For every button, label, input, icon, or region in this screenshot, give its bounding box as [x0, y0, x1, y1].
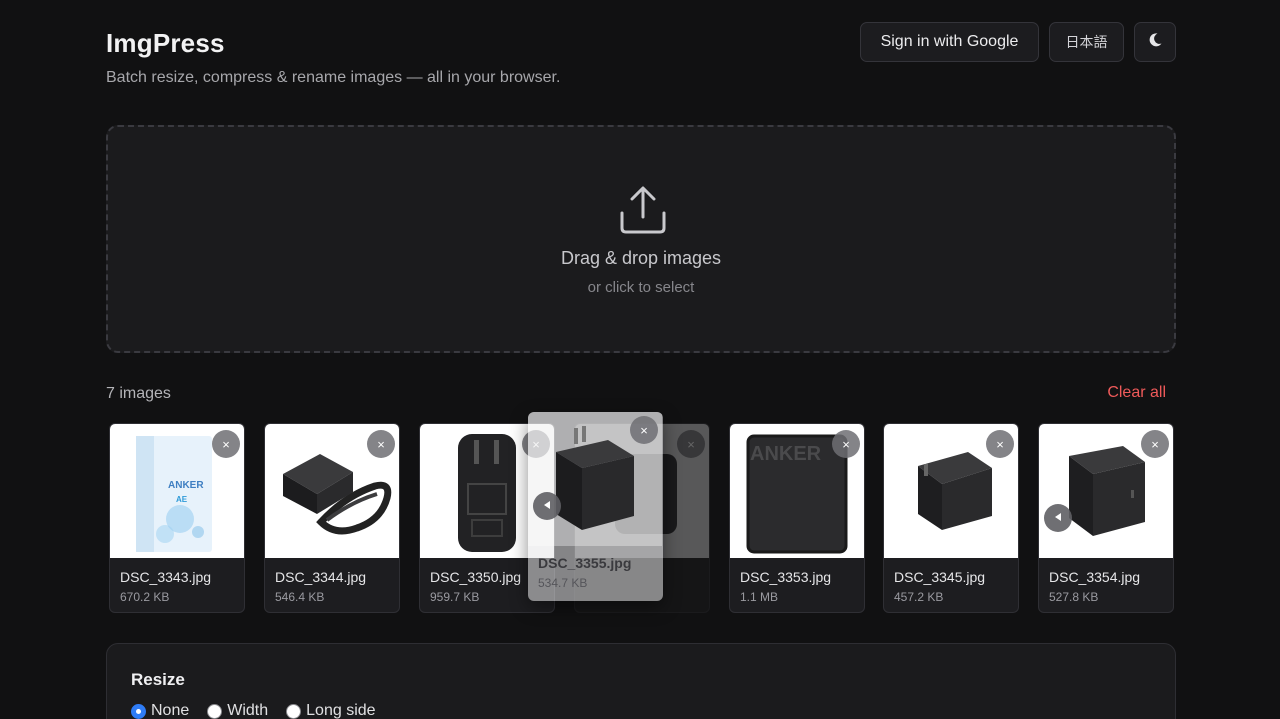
remove-image-button[interactable]: ×	[1141, 430, 1169, 458]
moon-icon	[1147, 32, 1163, 53]
remove-image-button[interactable]: ×	[986, 430, 1014, 458]
dropzone[interactable]: Drag & drop images or click to select	[106, 125, 1176, 353]
image-filesize: 670.2 KB	[120, 590, 170, 604]
svg-text:ANKER: ANKER	[168, 480, 204, 491]
image-filename: DSC_3345.jpg	[894, 569, 986, 585]
radio-icon[interactable]	[207, 703, 223, 719]
image-filename: DSC_3355.jpg	[538, 555, 632, 571]
image-card-dragging[interactable]: DSC_3355.jpg 534.7 KB ×	[528, 412, 663, 601]
header-actions: Sign in with Google 日本語	[860, 22, 1176, 62]
image-card[interactable]: ANKER AE DSC_3343.jpg 670.2 KB ×	[109, 423, 245, 613]
image-card[interactable]: DSC_3344.jpg 546.4 KB ×	[264, 423, 400, 613]
image-card[interactable]: DSC_3354.jpg 527.8 KB ×	[1038, 423, 1174, 613]
remove-image-button[interactable]: ×	[367, 430, 395, 458]
language-button[interactable]: 日本語	[1049, 22, 1124, 62]
theme-toggle-button[interactable]	[1134, 22, 1176, 62]
upload-icon	[618, 185, 668, 237]
image-filesize: 457.2 KB	[894, 590, 944, 604]
dropzone-title: Drag & drop images	[560, 248, 722, 268]
radio-label: Long side	[306, 702, 376, 719]
radio-icon[interactable]	[286, 703, 302, 719]
image-card[interactable]: ANKER DSC_3353.jpg 1.1 MB ×	[729, 423, 865, 613]
move-left-button[interactable]	[533, 492, 561, 520]
radio-selected-icon[interactable]	[131, 703, 146, 719]
image-filename: DSC_3350.jpg	[430, 569, 522, 585]
clear-all-button[interactable]: Clear all	[1107, 384, 1166, 402]
radio-label: None	[151, 702, 190, 719]
remove-image-button[interactable]: ×	[832, 430, 860, 458]
image-filesize: 959.7 KB	[430, 590, 480, 604]
svg-text:ANKER: ANKER	[750, 443, 822, 465]
radio-label: Width	[227, 702, 269, 719]
resize-option-none[interactable]: None	[131, 702, 189, 719]
remove-image-button[interactable]: ×	[212, 430, 240, 458]
image-card[interactable]: DSC_3345.jpg 457.2 KB ×	[883, 423, 1019, 613]
image-filename: DSC_3353.jpg	[740, 569, 832, 585]
move-left-button[interactable]	[1044, 504, 1072, 532]
app-subtitle: Batch resize, compress & rename images —…	[106, 69, 561, 86]
triangle-left-icon	[1053, 509, 1063, 527]
image-filename: DSC_3344.jpg	[275, 569, 367, 585]
remove-image-button[interactable]: ×	[630, 416, 658, 444]
dropzone-subtitle: or click to select	[587, 279, 695, 296]
app-container: ImgPress Batch resize, compress & rename…	[106, 0, 1176, 719]
triangle-left-icon	[542, 497, 552, 515]
sign-in-google-button[interactable]: Sign in with Google	[860, 22, 1039, 62]
image-filesize: 534.7 KB	[538, 576, 588, 590]
resize-option-width[interactable]: Width	[207, 702, 268, 719]
image-filename: DSC_3354.jpg	[1049, 569, 1141, 585]
image-count: 7 images	[106, 385, 171, 402]
image-filesize: 527.8 KB	[1049, 590, 1099, 604]
remove-image-button[interactable]: ×	[677, 430, 705, 458]
resize-options: None Width Long side	[131, 702, 376, 719]
app-title: ImgPress	[106, 28, 225, 58]
resize-option-long-side[interactable]: Long side	[286, 702, 376, 719]
image-filename: DSC_3343.jpg	[120, 569, 212, 585]
header: ImgPress Batch resize, compress & rename…	[106, 22, 1176, 92]
image-filesize: 1.1 MB	[740, 590, 779, 604]
svg-text:AE: AE	[176, 495, 188, 504]
resize-panel: Resize None Width Long side	[106, 643, 1176, 719]
resize-title: Resize	[131, 670, 185, 689]
image-filesize: 546.4 KB	[275, 590, 325, 604]
